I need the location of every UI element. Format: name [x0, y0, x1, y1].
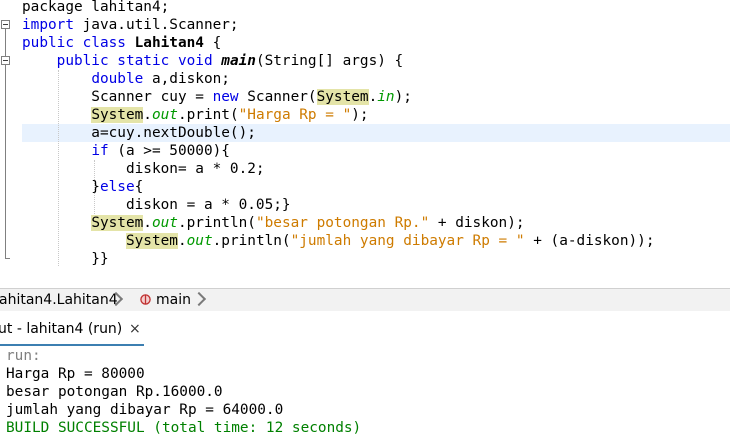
- breadcrumb: ahitan4.Lahitan4 main: [0, 288, 730, 312]
- code-line: System.out.print("Harga Rp = ");: [22, 106, 369, 124]
- code-token: out: [186, 233, 213, 249]
- code-token: out: [151, 107, 178, 123]
- code-line: diskon= a * 0.2;: [22, 160, 265, 178]
- code-token: a=cuy.nextDouble();: [22, 125, 256, 141]
- code-token: {: [203, 35, 222, 51]
- code-line: Scanner cuy = new Scanner(System.in);: [22, 88, 412, 106]
- code-token: .: [177, 233, 187, 249]
- code-token: "Harga Rp = ": [238, 107, 352, 123]
- code-token: else: [99, 179, 135, 195]
- code-token: }: [22, 179, 100, 195]
- code-token: + diskon);: [429, 215, 525, 231]
- output-tab[interactable]: ut - lahitan4 (run): [0, 320, 122, 338]
- breadcrumb-method[interactable]: main: [156, 290, 191, 310]
- close-icon[interactable]: ×: [129, 320, 141, 338]
- code-token: diskon= a * 0.2;: [22, 161, 265, 177]
- output-line: besar potongan Rp.16000.0: [6, 384, 223, 400]
- code-token: {: [134, 179, 144, 195]
- code-token: System: [91, 107, 144, 123]
- output-line: Harga Rp = 80000: [6, 366, 145, 382]
- code-token: java.util.Scanner;: [73, 17, 239, 33]
- code-token: System: [91, 215, 144, 231]
- chevron-right-icon: [191, 291, 207, 307]
- code-line: }}: [22, 250, 109, 268]
- code-token: );: [351, 107, 369, 123]
- code-token: out: [151, 215, 178, 231]
- code-token: .print(: [177, 107, 239, 123]
- fold-toggle-icon[interactable]: [1, 20, 10, 29]
- code-token: Scanner(: [238, 89, 317, 105]
- breadcrumb-class[interactable]: ahitan4.Lahitan4: [0, 290, 118, 310]
- code-token: .println(: [177, 215, 256, 231]
- active-tab-indicator: [0, 344, 144, 346]
- method-icon: [140, 293, 151, 305]
- output-line: run:: [6, 348, 41, 364]
- output-console[interactable]: run: Harga Rp = 80000 besar potongan Rp.16…: [0, 347, 730, 436]
- code-token: diskon = a * 0.05;}: [22, 197, 291, 213]
- code-line: a=cuy.nextDouble();: [22, 124, 256, 142]
- code-token: System: [316, 89, 369, 105]
- code-token: System: [125, 233, 178, 249]
- code-line: System.out.println("besar potongan Rp." …: [22, 214, 525, 232]
- code-token: .: [143, 215, 152, 231]
- code-token: }}: [22, 251, 109, 267]
- code-token: double: [91, 71, 144, 87]
- code-token: .: [368, 89, 378, 105]
- code-token: public static void: [22, 53, 222, 69]
- code-token: (String[] args) {: [255, 53, 404, 69]
- code-token: (a >= 50000){: [108, 143, 230, 159]
- code-editor[interactable]: package lahitan4; import java.util.Scanne…: [0, 0, 730, 288]
- code-line: diskon = a * 0.05;}: [22, 196, 291, 214]
- code-token: if: [91, 143, 109, 159]
- code-token: "jumlah yang dibayar Rp = ": [290, 233, 525, 249]
- output-line: BUILD SUCCESSFUL (total time: 12 seconds…: [6, 420, 362, 436]
- code-token: new: [212, 89, 239, 105]
- code-token: + (a-diskon));: [524, 233, 655, 249]
- code-line: package lahitan4;: [22, 0, 169, 16]
- code-token: a,diskon;: [143, 71, 230, 87]
- code-token: .println(: [212, 233, 291, 249]
- code-token: Scanner cuy =: [22, 89, 213, 105]
- code-line: if (a >= 50000){: [22, 142, 230, 160]
- code-token: in: [377, 89, 395, 105]
- output-tab-bar: ut - lahitan4 (run) ×: [0, 311, 730, 347]
- fold-toggle-icon[interactable]: [1, 56, 10, 65]
- fold-guide-end: [5, 258, 10, 259]
- code-line: public static void main(String[] args) {: [22, 52, 404, 70]
- code-line: System.out.println("jumlah yang dibayar …: [22, 232, 655, 250]
- code-token: public class: [22, 35, 135, 51]
- code-line: double a,diskon;: [22, 70, 230, 88]
- code-token: .: [143, 107, 152, 123]
- code-token: main: [221, 53, 256, 69]
- code-token: Lahitan4: [134, 35, 204, 51]
- code-token: package lahitan4;: [22, 0, 170, 15]
- code-token: import: [22, 17, 74, 33]
- code-line: }else{: [22, 178, 143, 196]
- code-token: );: [394, 89, 412, 105]
- output-line: jumlah yang dibayar Rp = 64000.0: [6, 402, 284, 418]
- code-line: import java.util.Scanner;: [22, 16, 239, 34]
- code-line: public class Lahitan4 {: [22, 34, 221, 52]
- code-token: "besar potongan Rp.": [255, 215, 430, 231]
